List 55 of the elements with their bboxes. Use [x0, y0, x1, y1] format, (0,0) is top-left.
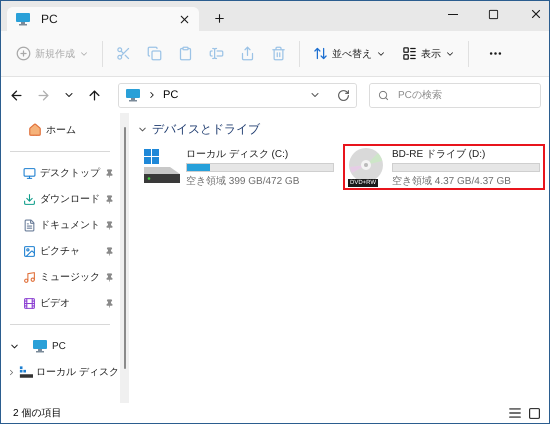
window-tab[interactable]: PC — [7, 7, 199, 31]
monitor-icon — [23, 166, 36, 180]
close-tab-button[interactable] — [178, 12, 191, 26]
back-button[interactable] — [9, 88, 24, 102]
tab-title: PC — [41, 12, 59, 26]
scissors-icon — [116, 46, 131, 61]
share-icon — [240, 46, 255, 61]
close-button[interactable] — [529, 7, 543, 21]
film-icon — [23, 296, 36, 310]
drive-name: BD-RE ドライブ (D:) — [392, 148, 486, 160]
sidebar-item[interactable]: ビデオ — [1, 290, 120, 316]
home-item[interactable]: ホーム — [1, 117, 120, 143]
sidebar-item[interactable]: ドキュメント — [1, 212, 120, 238]
document-icon — [23, 218, 36, 232]
sidebar-item[interactable]: ミュージック — [1, 264, 120, 290]
drive-icon — [19, 366, 33, 378]
sidebar-item[interactable]: デスクトップ — [1, 160, 120, 186]
computer-icon — [125, 87, 141, 103]
tree-item[interactable]: ローカル ディスク — [1, 359, 120, 385]
sort-button[interactable]: 並べ替え — [306, 38, 393, 70]
music-icon — [23, 270, 36, 284]
trash-icon — [271, 46, 286, 61]
clipboard-icon — [178, 46, 193, 61]
computer-icon — [32, 338, 48, 354]
drive-name: ローカル ディスク (C:) — [186, 148, 290, 160]
search-icon — [378, 90, 389, 100]
computer-icon — [15, 11, 31, 27]
download-icon — [23, 192, 36, 206]
tree-item[interactable]: PC — [1, 333, 120, 359]
sidebar-item[interactable]: ダウンロード — [1, 186, 120, 212]
free-space: 空き領域 399 GB/472 GB — [186, 174, 300, 188]
refresh-button[interactable] — [337, 88, 350, 102]
view-button[interactable]: 表示 — [395, 38, 462, 70]
section-header[interactable]: デバイスとドライブ — [137, 121, 260, 138]
details-view-button[interactable] — [508, 406, 522, 420]
up-button[interactable] — [87, 88, 102, 102]
address-bar[interactable]: PC — [118, 82, 357, 108]
home-icon — [28, 123, 42, 137]
sidebar-item[interactable]: ピクチャ — [1, 238, 120, 264]
copy-icon — [147, 46, 162, 61]
maximize-button[interactable] — [488, 7, 499, 21]
arrow-forward-icon — [36, 88, 51, 102]
item-count: 2 個の項目 — [13, 407, 62, 420]
new-tab-button[interactable] — [213, 12, 226, 25]
scrollbar-thumb[interactable] — [124, 127, 126, 369]
rename-icon — [209, 46, 224, 61]
drive-tile[interactable]: ローカル ディスク (C:) 空き領域 399 GB/472 GB — [137, 144, 339, 190]
list-icon — [402, 46, 417, 61]
address-path: PC — [163, 89, 180, 101]
search-field[interactable]: PCの検索 — [369, 82, 541, 108]
tiles-view-button[interactable] — [528, 406, 541, 420]
free-space: 空き領域 4.37 GB/4.37 GB — [392, 174, 512, 188]
plus-circle-icon — [16, 46, 31, 61]
image-icon — [23, 244, 36, 258]
sort-icon — [313, 46, 328, 61]
